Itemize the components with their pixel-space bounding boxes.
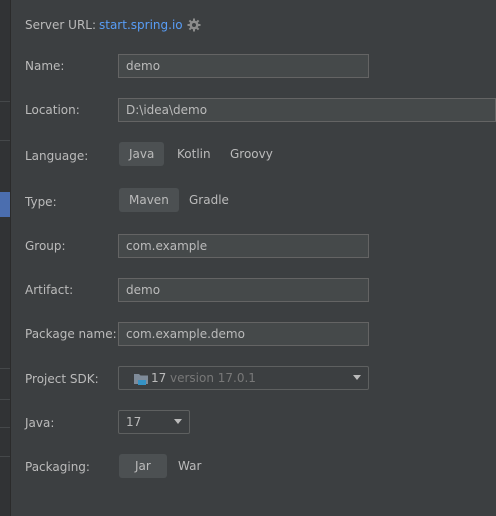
language-option-kotlin[interactable]: Kotlin — [167, 142, 221, 166]
project-sdk-version: 17 — [151, 371, 167, 385]
name-field[interactable]: demo — [118, 54, 369, 78]
sidebar-strip — [0, 0, 11, 516]
sidebar-divider — [0, 101, 10, 102]
location-label: Location: — [25, 103, 80, 117]
language-option-java[interactable]: Java — [119, 142, 165, 166]
java-version-value: 17 — [126, 415, 142, 429]
packaging-label: Packaging: — [25, 460, 90, 474]
chevron-down-icon — [174, 419, 182, 424]
location-field[interactable]: D:\idea\demo — [118, 98, 496, 122]
artifact-field[interactable]: demo — [118, 278, 369, 302]
language-option-groovy[interactable]: Groovy — [220, 142, 283, 166]
language-label: Language: — [25, 149, 89, 163]
name-label: Name: — [25, 59, 65, 73]
packaging-option-jar[interactable]: Jar — [119, 454, 167, 478]
group-field[interactable]: com.example — [118, 234, 369, 258]
package-name-field[interactable]: com.example.demo — [118, 322, 369, 346]
sidebar-divider — [0, 456, 10, 457]
type-option-maven[interactable]: Maven — [119, 188, 179, 212]
group-label: Group: — [25, 239, 66, 253]
package-name-label: Package name: — [25, 327, 117, 341]
sidebar-divider — [0, 427, 10, 428]
project-sdk-detail: version 17.0.1 — [170, 371, 256, 385]
artifact-label: Artifact: — [25, 283, 74, 297]
sidebar-divider — [0, 368, 10, 369]
type-label: Type: — [25, 195, 57, 209]
folder-icon — [133, 371, 149, 385]
server-url-link[interactable]: start.spring.io — [99, 17, 183, 33]
sidebar-divider — [0, 399, 10, 400]
sidebar-selected-item[interactable] — [0, 192, 10, 217]
java-version-select[interactable]: 17 — [118, 410, 190, 434]
project-sdk-select[interactable]: 17 version 17.0.1 — [118, 366, 369, 390]
packaging-option-war[interactable]: War — [168, 454, 211, 478]
sidebar-divider — [0, 140, 10, 141]
gear-icon[interactable] — [186, 17, 202, 33]
java-label: Java: — [25, 416, 55, 430]
server-url-label: Server URL: — [25, 18, 97, 32]
project-sdk-label: Project SDK: — [25, 372, 99, 386]
chevron-down-icon — [353, 375, 361, 380]
type-option-gradle[interactable]: Gradle — [179, 188, 239, 212]
